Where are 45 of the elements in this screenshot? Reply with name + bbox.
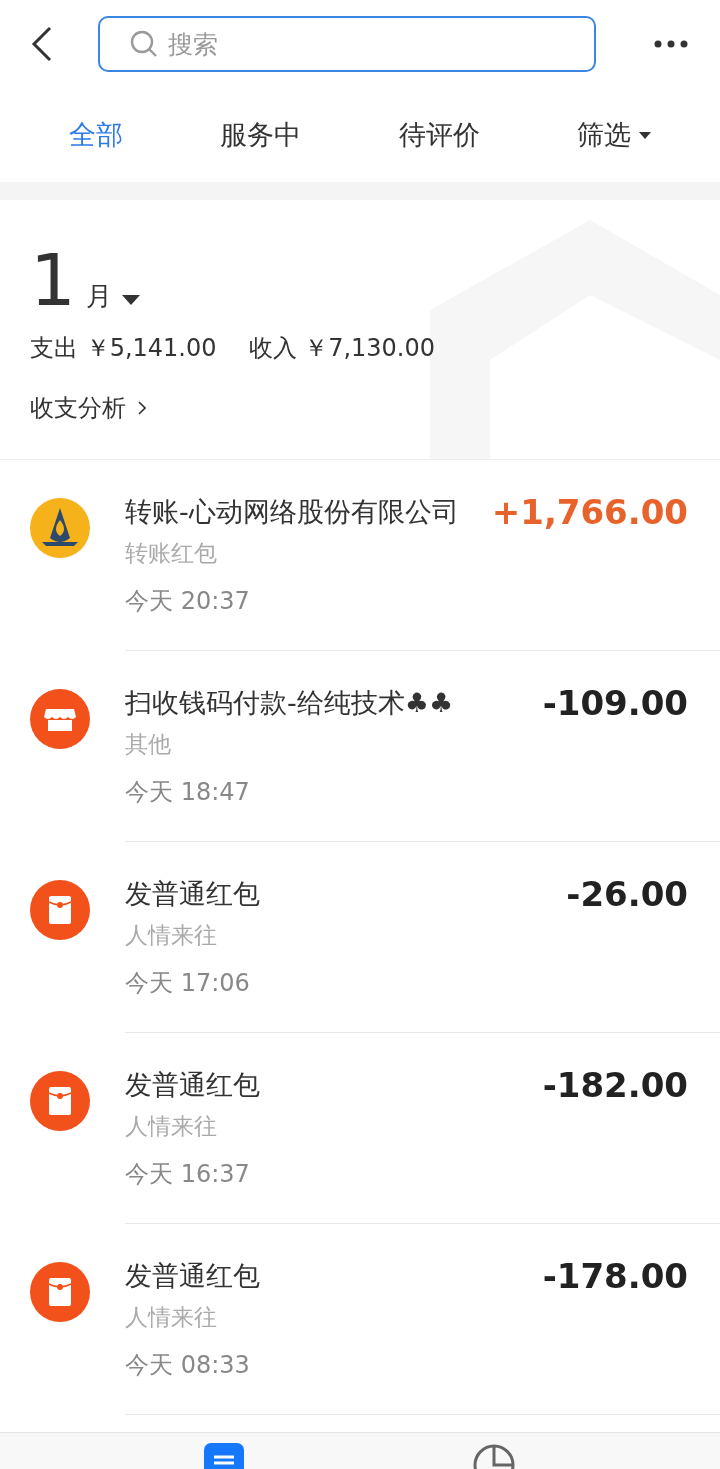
more-icon[interactable]	[654, 40, 688, 48]
transaction-time: 今天 17:06	[125, 968, 251, 999]
transaction-amount: +1,766.00	[491, 494, 688, 530]
chevron-icon	[138, 401, 146, 415]
transaction-amount: -26.00	[566, 876, 688, 912]
envelope-icon	[30, 1262, 90, 1322]
transaction-category: 人情来往	[125, 1112, 218, 1141]
transaction-title: 发普通红包	[125, 1068, 260, 1102]
transaction-title: 发普通红包	[125, 877, 260, 911]
transaction-category: 其他	[125, 730, 172, 759]
transaction-row[interactable]: 转账-心动网络股份有限公司 +1,766.00 转账红包 今天 20:37	[0, 460, 720, 651]
filter-tab[interactable]: 全部	[68, 117, 123, 153]
transaction-amount: -109.00	[542, 685, 688, 721]
caret-icon	[121, 295, 140, 305]
transaction-row[interactable]: 扫收钱码付款-给纯技术♣♣ -109.00 其他 今天 18:47	[0, 651, 720, 842]
filter-tab[interactable]: 服务中	[220, 117, 302, 153]
transaction-title: 转账-心动网络股份有限公司	[125, 495, 459, 529]
transaction-time: 今天 20:37	[125, 586, 251, 617]
shop-icon	[30, 689, 90, 749]
transaction-title: 发普通红包	[125, 1259, 260, 1293]
expense-total: 支出 ￥5,141.00	[30, 333, 217, 364]
transaction-category: 人情来往	[125, 921, 218, 950]
back-icon[interactable]	[30, 26, 54, 62]
analysis-link[interactable]: 收支分析	[30, 392, 146, 424]
income-total: 收入 ￥7,130.00	[248, 333, 436, 364]
month-selector[interactable]: 1 月	[30, 240, 140, 320]
search-icon	[130, 30, 158, 58]
filter-tab[interactable]: 待评价	[398, 117, 480, 153]
transaction-row[interactable]: 发普通红包 -26.00 人情来往 今天 17:06	[0, 842, 720, 1033]
transaction-amount: -178.00	[542, 1258, 688, 1294]
transaction-row[interactable]: 发普通红包 -182.00 人情来往 今天 16:37	[0, 1033, 720, 1224]
filter-tab[interactable]: 筛选	[577, 117, 652, 153]
logo-icon	[30, 498, 90, 558]
transaction-category: 人情来往	[125, 1303, 218, 1332]
transaction-time: 今天 16:37	[125, 1159, 251, 1190]
search-input[interactable]: 搜索	[166, 28, 570, 60]
transaction-time: 今天 18:47	[125, 777, 251, 808]
transaction-category: 转账红包	[125, 539, 218, 568]
transaction-title: 扫收钱码付款-给纯技术♣♣	[125, 686, 454, 720]
envelope-icon	[30, 1071, 90, 1131]
transaction-row[interactable]: 发普通红包 -178.00 人情来往 今天 08:33	[0, 1224, 720, 1415]
search-bar[interactable]: 搜索	[98, 16, 596, 72]
envelope-icon	[30, 880, 90, 940]
transaction-time: 今天 08:33	[125, 1350, 251, 1381]
transaction-amount: -182.00	[542, 1067, 688, 1103]
